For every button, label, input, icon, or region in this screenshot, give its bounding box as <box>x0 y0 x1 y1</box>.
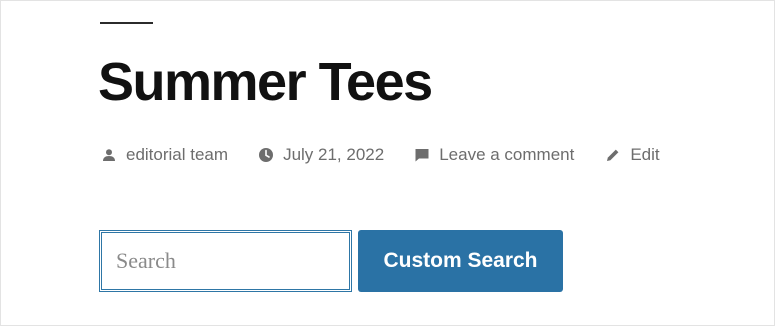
title-divider <box>100 22 153 24</box>
post-title: Summer Tees <box>98 52 433 112</box>
edit-link[interactable]: Edit <box>630 145 659 165</box>
post-meta: editorial team July 21, 2022 Leave a com… <box>100 142 660 168</box>
leave-comment-link[interactable]: Leave a comment <box>439 145 574 165</box>
custom-search-button[interactable]: Custom Search <box>358 230 563 292</box>
person-icon <box>100 146 118 164</box>
clock-icon <box>257 146 275 164</box>
post-author: editorial team <box>100 145 228 165</box>
post-edit: Edit <box>604 145 660 165</box>
post-comments: Leave a comment <box>413 145 574 165</box>
search-input[interactable] <box>99 230 352 292</box>
author-link[interactable]: editorial team <box>126 145 228 165</box>
date-link[interactable]: July 21, 2022 <box>283 145 384 165</box>
pencil-icon <box>604 146 622 164</box>
comment-icon <box>413 146 431 164</box>
post-date: July 21, 2022 <box>257 145 384 165</box>
search-form: Custom Search <box>99 230 563 292</box>
